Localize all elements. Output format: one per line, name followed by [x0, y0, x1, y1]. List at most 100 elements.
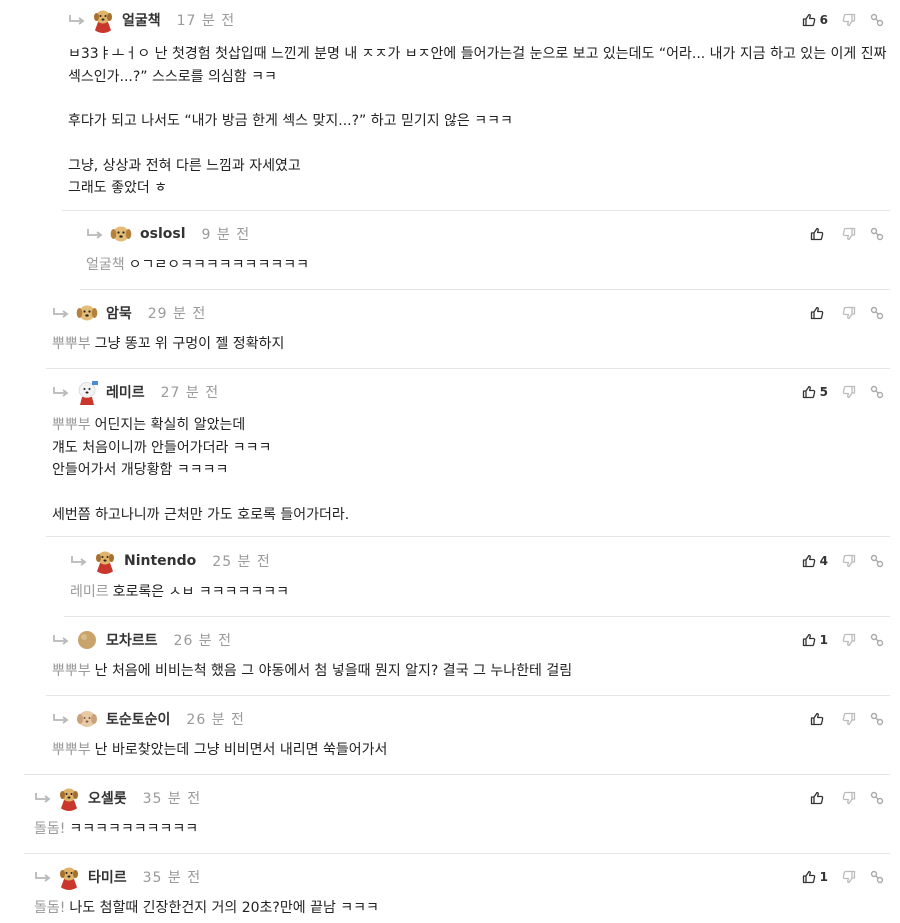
mention-tag[interactable]: 레미르 [70, 584, 109, 600]
dislike-button[interactable] [842, 227, 856, 241]
thumbs-down-icon [842, 13, 856, 27]
comment-divider [46, 368, 890, 369]
comment-author[interactable]: 얼굴책 [122, 10, 161, 30]
comment-line: 뿌뿌부 그냥 똥꼬 위 구멍이 젤 정확하지 [52, 336, 285, 352]
comment-divider [80, 289, 890, 290]
comment-author[interactable]: 암묵 [106, 303, 132, 323]
share-button[interactable] [870, 385, 884, 399]
mention-tag[interactable]: 얼굴책 [86, 257, 125, 273]
avatar-white-dog[interactable] [74, 379, 100, 405]
comment-item: oslosl 9 분 전 얼굴책 ㅇㄱㄹㅇㅋㅋㅋㅋㅋㅋㅋㅋㅋㅋ [86, 220, 890, 277]
comment-line: 세번쯤 하고나니까 근처만 가도 호로록 들어가더라. [52, 506, 350, 523]
share-button[interactable] [870, 13, 884, 27]
share-button[interactable] [870, 870, 884, 884]
comment-line: 후다가 되고 나서도 “내가 방금 한게 섹스 맞지...?” 하고 믿기지 않… [68, 113, 513, 129]
reply-arrow-icon [52, 385, 70, 399]
link-icon [870, 554, 884, 568]
comment-divider [24, 774, 890, 775]
like-count: 5 [819, 385, 828, 399]
comment-time: 27 분 전 [160, 385, 220, 401]
mention-tag[interactable]: 뿌뿌부 [52, 417, 91, 433]
like-button[interactable]: 4 [802, 554, 828, 568]
link-icon [870, 712, 884, 726]
link-icon [870, 791, 884, 805]
comment-time: 35 분 전 [142, 870, 202, 886]
comment-author[interactable]: oslosl [140, 226, 186, 242]
like-button[interactable]: 1 [802, 870, 828, 884]
like-button[interactable] [810, 791, 828, 805]
comment-divider [64, 616, 890, 617]
comment-header: 레미르 27 분 전 5 [52, 378, 890, 406]
comment-time: 17 분 전 [176, 13, 236, 29]
mention-tag[interactable]: 돌돔! [34, 900, 65, 916]
like-button[interactable]: 5 [802, 385, 828, 399]
comment-item: 암묵 29 분 전 뿌뿌부 그냥 똥꼬 위 구멍이 젤 정확하지 [52, 299, 890, 356]
thumbs-up-icon [802, 633, 816, 647]
comment-body: ㅂ33ㅑㅗㅓㅇ 난 첫경험 첫삽입때 느낀게 분명 내 ㅈㅈ가 ㅂㅈ안에 들어가… [68, 43, 890, 200]
share-button[interactable] [870, 306, 884, 320]
like-button[interactable]: 6 [802, 13, 828, 27]
like-count: 4 [819, 554, 828, 568]
thumbs-up-icon [802, 13, 816, 27]
comment-author[interactable]: 토순토순이 [106, 709, 170, 729]
share-button[interactable] [870, 554, 884, 568]
like-button[interactable]: 1 [802, 633, 828, 647]
avatar-dog-blurred[interactable] [74, 706, 100, 732]
comment-item: 타미르 35 분 전 1 돌돔! 나도 첨할때 긴장한건지 거의 20초?만에 끝… [34, 863, 890, 920]
like-button[interactable] [810, 227, 828, 241]
comment-line: 걔도 처음이니까 안들어가더라 ㅋㅋㅋ [52, 439, 272, 456]
avatar-ball[interactable] [74, 627, 100, 653]
link-icon [870, 870, 884, 884]
mention-tag[interactable]: 뿌뿌부 [52, 663, 91, 679]
avatar-dog[interactable] [74, 300, 100, 326]
thumbs-down-icon [842, 385, 856, 399]
comment-body: 레미르 호로록은 ㅅㅂ ㅋㅋㅋㅋㅋㅋㅋ [70, 581, 890, 604]
comment-body: 뿌뿌부 난 바로찾았는데 그냥 비비면서 내리면 쑥들어가서 [52, 739, 890, 762]
thumbs-down-icon [842, 870, 856, 884]
like-button[interactable] [810, 712, 828, 726]
avatar-dog-cape[interactable] [92, 548, 118, 574]
dislike-button[interactable] [842, 306, 856, 320]
like-count: 1 [819, 633, 828, 647]
like-button[interactable] [810, 306, 828, 320]
mention-tag[interactable]: 뿌뿌부 [52, 742, 91, 758]
avatar-dog-cape[interactable] [90, 7, 116, 33]
comment-line: 그냥, 상상과 전혀 다른 느낌과 자세였고 [68, 157, 301, 174]
link-icon [870, 13, 884, 27]
reply-arrow-icon [52, 712, 70, 726]
mention-tag[interactable]: 돌돔! [34, 821, 65, 837]
thumbs-down-icon [842, 712, 856, 726]
dislike-button[interactable] [842, 385, 856, 399]
comment-author[interactable]: 레미르 [106, 382, 145, 402]
mention-tag[interactable]: 뿌뿌부 [52, 336, 91, 352]
comment-divider [46, 695, 890, 696]
avatar-dog-cape[interactable] [56, 785, 82, 811]
share-button[interactable] [870, 227, 884, 241]
avatar-dog[interactable] [108, 221, 134, 247]
comment-actions [810, 299, 884, 327]
comment-author[interactable]: Nintendo [124, 553, 196, 569]
comment-line: 그래도 좋았더 ㅎ [68, 180, 168, 196]
thumbs-up-icon [802, 385, 816, 399]
comment-author[interactable]: 타미르 [88, 867, 127, 887]
dislike-button[interactable] [842, 870, 856, 884]
comment-header: 얼굴책 17 분 전 6 [68, 6, 890, 34]
thumbs-up-icon [810, 791, 824, 805]
comment-body: 뿌뿌부 난 처음에 비비는척 했음 그 야동에서 첨 넣을때 뭔지 알지? 결국 … [52, 660, 890, 683]
comment-author[interactable]: 오셀롯 [88, 788, 127, 808]
dislike-button[interactable] [842, 13, 856, 27]
comment-divider [24, 853, 890, 854]
thumbs-down-icon [842, 227, 856, 241]
comment-author[interactable]: 모차르트 [106, 630, 158, 650]
dislike-button[interactable] [842, 633, 856, 647]
comment-divider [62, 210, 890, 211]
dislike-button[interactable] [842, 791, 856, 805]
dislike-button[interactable] [842, 554, 856, 568]
share-button[interactable] [870, 633, 884, 647]
dislike-button[interactable] [842, 712, 856, 726]
comment-actions: 6 [802, 6, 884, 34]
share-button[interactable] [870, 791, 884, 805]
avatar-dog-cape[interactable] [56, 864, 82, 890]
share-button[interactable] [870, 712, 884, 726]
comment-actions [810, 220, 884, 248]
